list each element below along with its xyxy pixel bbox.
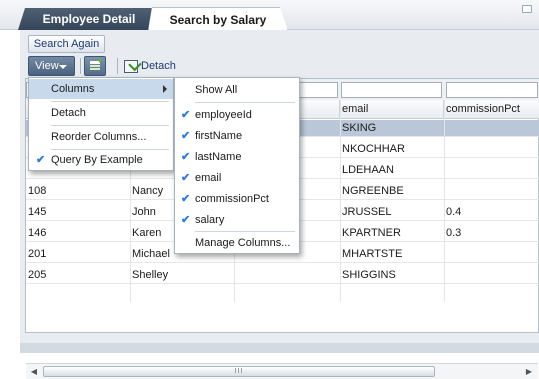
menu-item-column-salary[interactable]: ✔ salary (175, 210, 299, 230)
menu-divider (195, 102, 295, 103)
table-cell-id: 201 (28, 248, 47, 260)
menu-item-label: Detach (51, 107, 86, 119)
table-cell-email: NKOCHHAR (342, 143, 405, 155)
table-row[interactable]: 205 Shelley SHIGGINS (26, 267, 539, 284)
menu-item-label: email (195, 172, 222, 184)
table-cell-email: LDEHAAN (342, 164, 394, 176)
checkmark-icon: ✔ (181, 109, 191, 121)
table-cell-email: NGREENBE (342, 185, 404, 197)
tab-employee-detail[interactable]: Employee Detail (18, 8, 160, 30)
menu-item-label: salary (195, 214, 225, 226)
menu-item-detach[interactable]: Detach (29, 103, 173, 123)
column-header-commission[interactable]: commissionPct (444, 100, 539, 119)
menu-item-manage-columns[interactable]: Manage Columns... (175, 233, 299, 253)
scroll-left-icon[interactable]: ◀ (27, 364, 41, 379)
table-cell (234, 267, 340, 284)
menu-item-label: Reorder Columns... (51, 131, 147, 143)
view-menu: Columns Detach Reorder Columns... ✔ Quer… (28, 77, 174, 171)
filter-input-email[interactable] (341, 82, 442, 98)
scroll-right-icon[interactable]: ▶ (522, 364, 536, 379)
menu-item-label: commissionPct (195, 193, 269, 205)
detach-label: Detach (141, 60, 176, 72)
panel-footer (20, 343, 539, 353)
view-menu-button[interactable]: View (28, 56, 75, 76)
view-label: View (35, 60, 59, 72)
menu-item-label: firstName (195, 130, 243, 142)
menu-item-column-employeeId[interactable]: ✔ employeeId (175, 105, 299, 125)
horizontal-scrollbar[interactable]: ◀ III ▶ (26, 363, 538, 379)
toolbar-divider (117, 58, 118, 74)
menu-item-column-firstName[interactable]: ✔ firstName (175, 126, 299, 146)
chevron-down-icon (59, 65, 67, 69)
checkmark-icon: ✔ (36, 154, 46, 166)
menu-item-columns[interactable]: Columns (29, 79, 173, 99)
menu-divider (51, 125, 169, 126)
tab-strip: Employee Detail Search by Salary (0, 0, 539, 30)
table-cell-pct (444, 246, 539, 263)
table-cell-email: SKING (342, 122, 377, 134)
table-cell-pct (444, 183, 539, 200)
table-cell-id: 108 (28, 185, 47, 197)
table-cell-pct: 0.4 (446, 206, 462, 218)
table-cell-id: 205 (28, 269, 47, 281)
table-cell-pct (444, 141, 539, 158)
tab-search-by-salary[interactable]: Search by Salary (148, 7, 288, 31)
checkmark-icon: ✔ (181, 151, 191, 163)
table-cell-name: Shelley (132, 269, 169, 281)
search-again-button[interactable]: Search Again (28, 35, 105, 53)
menu-item-column-commissionPct[interactable]: ✔ commissionPct (175, 189, 299, 209)
menu-item-label: Show All (195, 84, 238, 96)
menu-item-label: employeeId (195, 109, 252, 121)
menu-item-column-email[interactable]: ✔ email (175, 168, 299, 188)
query-by-example-button[interactable] (84, 56, 106, 76)
toolbar-divider (80, 58, 81, 74)
menu-item-show-all[interactable]: Show All (175, 80, 299, 100)
table-cell-email: SHIGGINS (342, 269, 396, 281)
table-cell-pct (444, 120, 539, 137)
column-header-email[interactable]: email (340, 100, 444, 119)
menu-item-label: Columns (51, 83, 95, 95)
submenu-arrow-icon (163, 85, 167, 93)
table-cell-pct: 0.3 (446, 227, 462, 239)
menu-item-label: Manage Columns... (195, 237, 291, 249)
checkmark-icon: ✔ (181, 193, 191, 205)
column-divider (444, 100, 445, 302)
scrollbar-thumb[interactable]: III (43, 366, 435, 377)
table-cell-email: JRUSSEL (342, 206, 392, 218)
detach-button[interactable]: Detach (124, 57, 176, 75)
menu-item-label: lastName (195, 151, 242, 163)
table-cell-pct (444, 267, 539, 284)
columns-submenu: Show All ✔ employeeId ✔ firstName ✔ lastName ✔… (174, 77, 300, 254)
table-cell-id: 145 (28, 206, 47, 218)
column-divider (340, 100, 341, 302)
table-cell-pct (444, 162, 539, 179)
detach-icon (124, 59, 138, 73)
checkmark-icon: ✔ (181, 130, 191, 142)
menu-item-column-lastName[interactable]: ✔ lastName (175, 147, 299, 167)
table-cell-id: 146 (28, 227, 47, 239)
menu-item-reorder-columns[interactable]: Reorder Columns... (29, 127, 173, 147)
checkmark-icon: ✔ (181, 172, 191, 184)
menu-item-label: Query By Example (51, 154, 143, 166)
menu-divider (51, 101, 169, 102)
menu-divider (195, 231, 295, 232)
table-cell-email: MHARTSTE (342, 248, 403, 260)
menu-item-query-by-example[interactable]: ✔ Query By Example (29, 150, 173, 170)
query-by-example-icon (90, 59, 102, 70)
filter-input-commission[interactable] (446, 82, 538, 98)
table-toolbar: View Detach (27, 56, 539, 78)
table-cell-email: KPARTNER (342, 227, 401, 239)
restore-window-icon[interactable] (522, 5, 532, 13)
checkmark-icon: ✔ (181, 214, 191, 226)
